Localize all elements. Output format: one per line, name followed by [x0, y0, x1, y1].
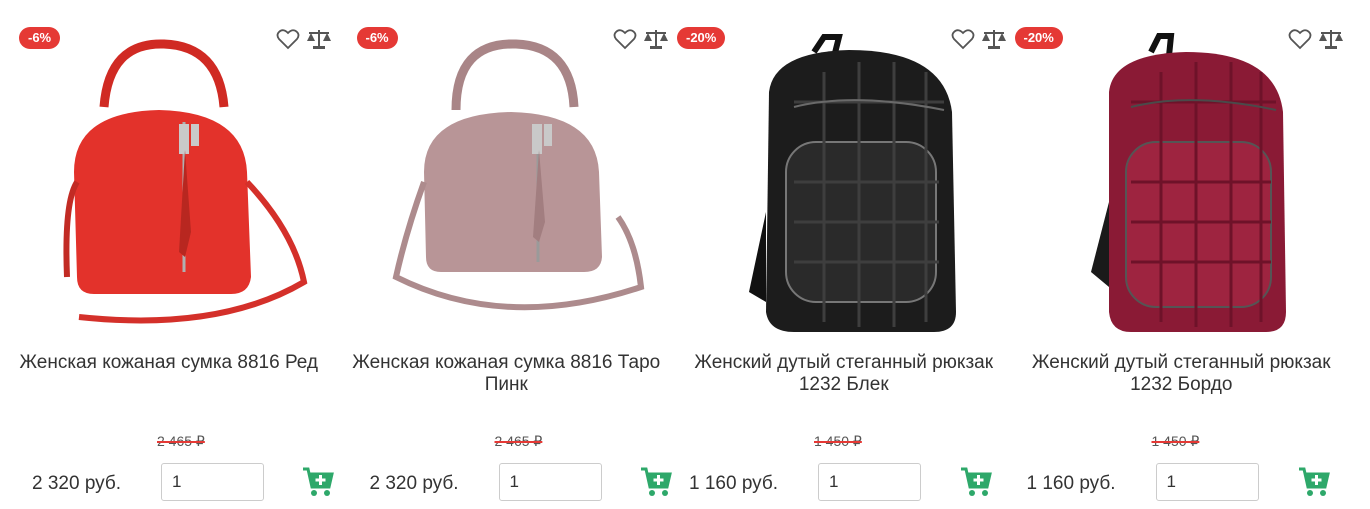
- current-price: 1 160 руб.: [1026, 473, 1116, 494]
- discount-badge: -6%: [19, 27, 61, 49]
- product-image[interactable]: [675, 32, 1013, 342]
- product-image[interactable]: [1013, 32, 1351, 342]
- scales-icon[interactable]: [1318, 28, 1343, 50]
- old-price: 1 450 ₽: [1151, 433, 1200, 449]
- heart-icon[interactable]: [276, 28, 300, 50]
- quantity-input[interactable]: [498, 463, 602, 501]
- product-title[interactable]: Женская кожаная сумка 8816 Таро Пинк: [344, 352, 670, 396]
- heart-icon[interactable]: [951, 28, 975, 50]
- add-to-cart-icon[interactable]: [302, 466, 334, 498]
- old-price: 1 450 ₽: [814, 433, 862, 449]
- product-card: -6% Женская кожаная сумка 8816 Таро Пинк…: [338, 0, 676, 509]
- current-price: 2 320 руб.: [369, 473, 459, 494]
- product-card: -20% Женский дутый стеганный рюкзак 1232…: [1013, 0, 1351, 509]
- quantity-input[interactable]: [161, 463, 264, 501]
- quantity-input[interactable]: [1155, 463, 1259, 501]
- discount-badge: -20%: [677, 27, 726, 49]
- product-title[interactable]: Женская кожаная сумка 8816 Ред: [6, 352, 332, 374]
- product-card: -20% Женский дутый стеганный рюкзак 1232…: [675, 0, 1013, 509]
- product-image[interactable]: [338, 32, 676, 342]
- scales-icon[interactable]: [306, 28, 331, 50]
- discount-badge: -6%: [356, 27, 398, 49]
- old-price: 2 465 ₽: [157, 433, 205, 449]
- discount-badge: -20%: [1014, 27, 1063, 49]
- old-price: 2 465 ₽: [494, 433, 543, 449]
- heart-icon[interactable]: [613, 28, 637, 50]
- add-to-cart-icon[interactable]: [640, 466, 672, 498]
- product-title[interactable]: Женский дутый стеганный рюкзак 1232 Блек: [681, 352, 1007, 396]
- quantity-input[interactable]: [818, 463, 921, 501]
- add-to-cart-icon[interactable]: [1298, 466, 1330, 498]
- current-price: 1 160 руб.: [689, 473, 779, 494]
- product-image[interactable]: [0, 32, 338, 342]
- product-title[interactable]: Женский дутый стеганный рюкзак 1232 Борд…: [1019, 352, 1345, 396]
- scales-icon[interactable]: [643, 28, 668, 50]
- add-to-cart-icon[interactable]: [960, 466, 992, 498]
- heart-icon[interactable]: [1288, 28, 1312, 50]
- current-price: 2 320 руб.: [32, 473, 122, 494]
- scales-icon[interactable]: [981, 28, 1006, 50]
- product-card: -6% Женская кожаная сумка 8816 Ред 2 465…: [0, 0, 338, 509]
- product-grid: -6% Женская кожаная сумка 8816 Ред 2 465…: [0, 0, 1370, 509]
